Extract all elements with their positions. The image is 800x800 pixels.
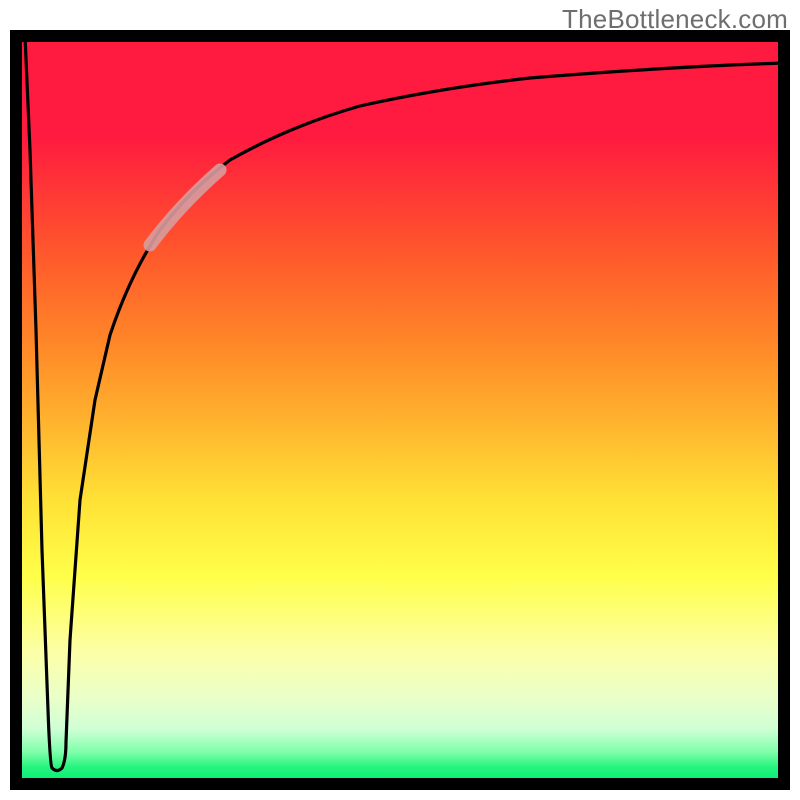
plot-gradient-background xyxy=(10,30,790,790)
chart-root: TheBottleneck.com xyxy=(0,0,800,800)
watermark-text: TheBottleneck.com xyxy=(562,4,788,35)
